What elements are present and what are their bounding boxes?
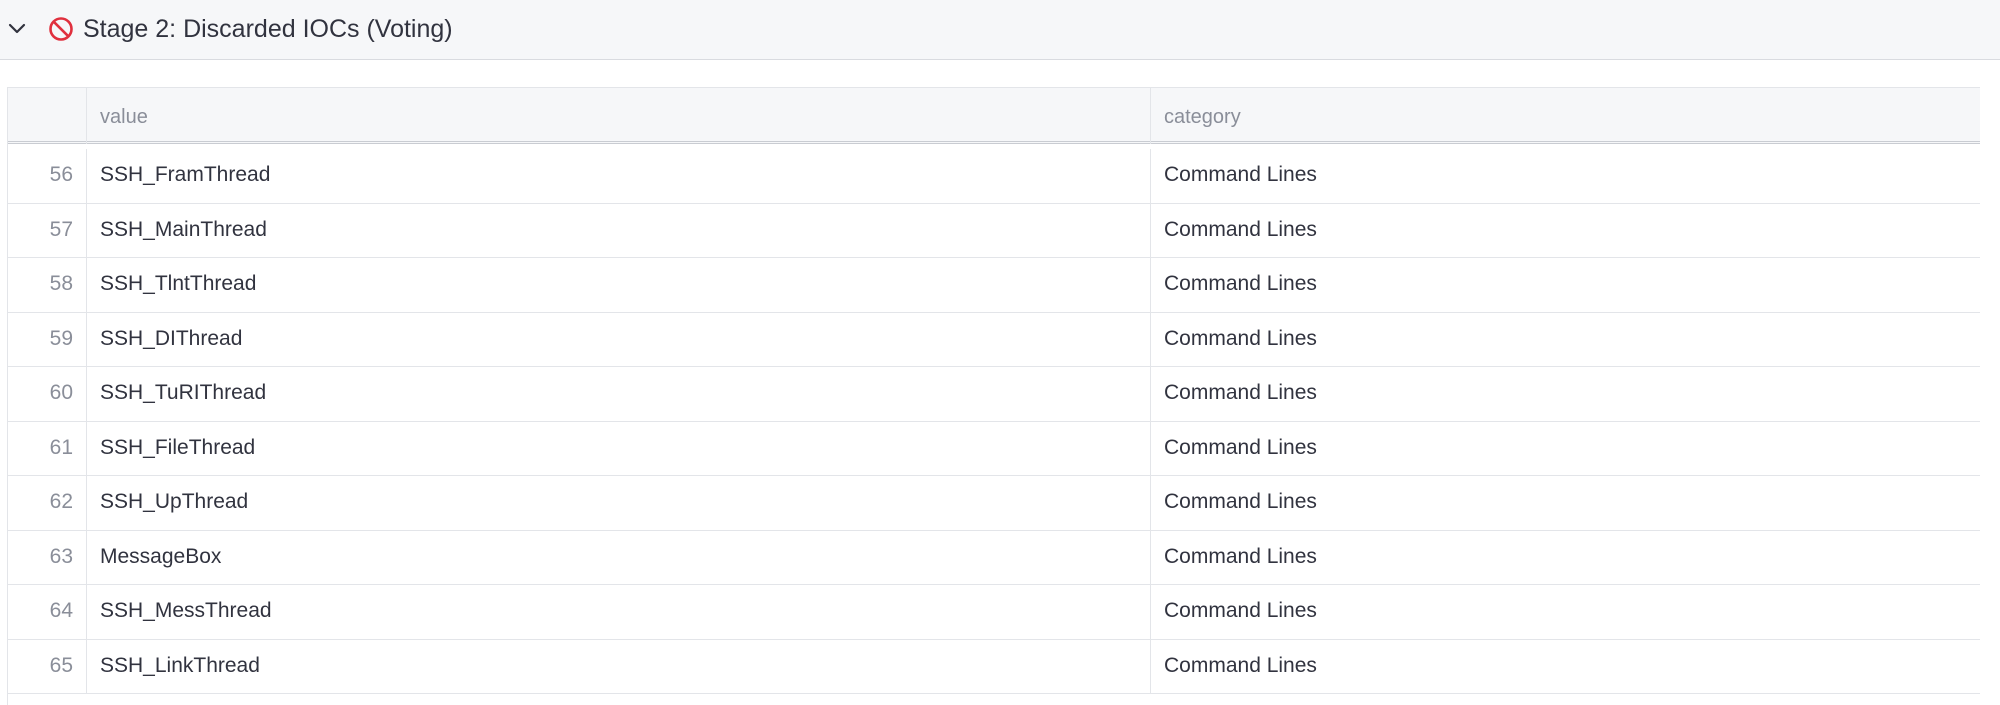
- cell-value[interactable]: SSH_MessThread: [87, 585, 1151, 639]
- table-row[interactable]: 62 SSH_UpThread Command Lines: [8, 476, 1980, 531]
- row-index: 59: [8, 312, 87, 366]
- cell-value[interactable]: SSH_TlntThread: [87, 258, 1151, 312]
- row-index: 65: [8, 639, 87, 693]
- cell-category[interactable]: Command Lines: [1151, 585, 1980, 639]
- ban-icon: [49, 17, 73, 41]
- cell-category[interactable]: Command Lines: [1151, 476, 1980, 530]
- cell-category[interactable]: Command Lines: [1151, 313, 1980, 367]
- table-row[interactable]: 60 SSH_TuRIThread Command Lines: [8, 367, 1980, 422]
- table-row[interactable]: 65 SSH_LinkThread Command Lines: [8, 639, 1980, 694]
- row-index: 57: [8, 203, 87, 257]
- table-row[interactable]: 64 SSH_MessThread Command Lines: [8, 585, 1980, 640]
- row-index: 58: [8, 258, 87, 312]
- cell-value[interactable]: SSH_UpThread: [87, 476, 1151, 530]
- table-row[interactable]: 61 SSH_FileThread Command Lines: [8, 421, 1980, 476]
- expander-title: Stage 2: Discarded IOCs (Voting): [83, 15, 453, 43]
- cell-category[interactable]: Command Lines: [1151, 640, 1980, 694]
- row-index: 63: [8, 530, 87, 584]
- cell-category[interactable]: Command Lines: [1151, 258, 1980, 312]
- header-value[interactable]: value: [87, 88, 1151, 144]
- cell-value[interactable]: SSH_LinkThread: [87, 639, 1151, 693]
- row-index: 60: [8, 367, 87, 421]
- cell-category[interactable]: Command Lines: [1151, 367, 1980, 421]
- row-index: 62: [8, 476, 87, 530]
- header-category[interactable]: category: [1151, 88, 1980, 144]
- cell-value[interactable]: SSH_MainThread: [87, 203, 1151, 257]
- cell-value[interactable]: SSH_DIThread: [87, 312, 1151, 366]
- cell-category[interactable]: Command Lines: [1151, 149, 1980, 203]
- cell-value[interactable]: SSH_FramThread: [87, 149, 1151, 203]
- table-row[interactable]: 58 SSH_TlntThread Command Lines: [8, 258, 1980, 313]
- row-index: 56: [8, 149, 87, 203]
- cell-category[interactable]: Command Lines: [1151, 204, 1980, 258]
- chevron-down-icon[interactable]: [6, 17, 28, 39]
- cell-value[interactable]: SSH_FileThread: [87, 421, 1151, 475]
- row-index: 61: [8, 421, 87, 475]
- row-index: 64: [8, 585, 87, 639]
- table-row[interactable]: 57 SSH_MainThread Command Lines: [8, 203, 1980, 258]
- table-row[interactable]: 59 SSH_DIThread Command Lines: [8, 312, 1980, 367]
- table-header-row: value category: [8, 88, 1980, 144]
- header-index: [8, 88, 87, 144]
- cell-category[interactable]: Command Lines: [1151, 531, 1980, 585]
- expander-header[interactable]: Stage 2: Discarded IOCs (Voting): [0, 0, 2000, 60]
- data-table[interactable]: value category 56 SSH_FramThread Command L…: [7, 87, 1980, 705]
- cell-value[interactable]: SSH_TuRIThread: [87, 367, 1151, 421]
- cell-value[interactable]: MessageBox: [87, 530, 1151, 584]
- table-row[interactable]: 56 SSH_FramThread Command Lines: [8, 149, 1980, 204]
- cell-category[interactable]: Command Lines: [1151, 422, 1980, 476]
- table-row[interactable]: 63 MessageBox Command Lines: [8, 530, 1980, 585]
